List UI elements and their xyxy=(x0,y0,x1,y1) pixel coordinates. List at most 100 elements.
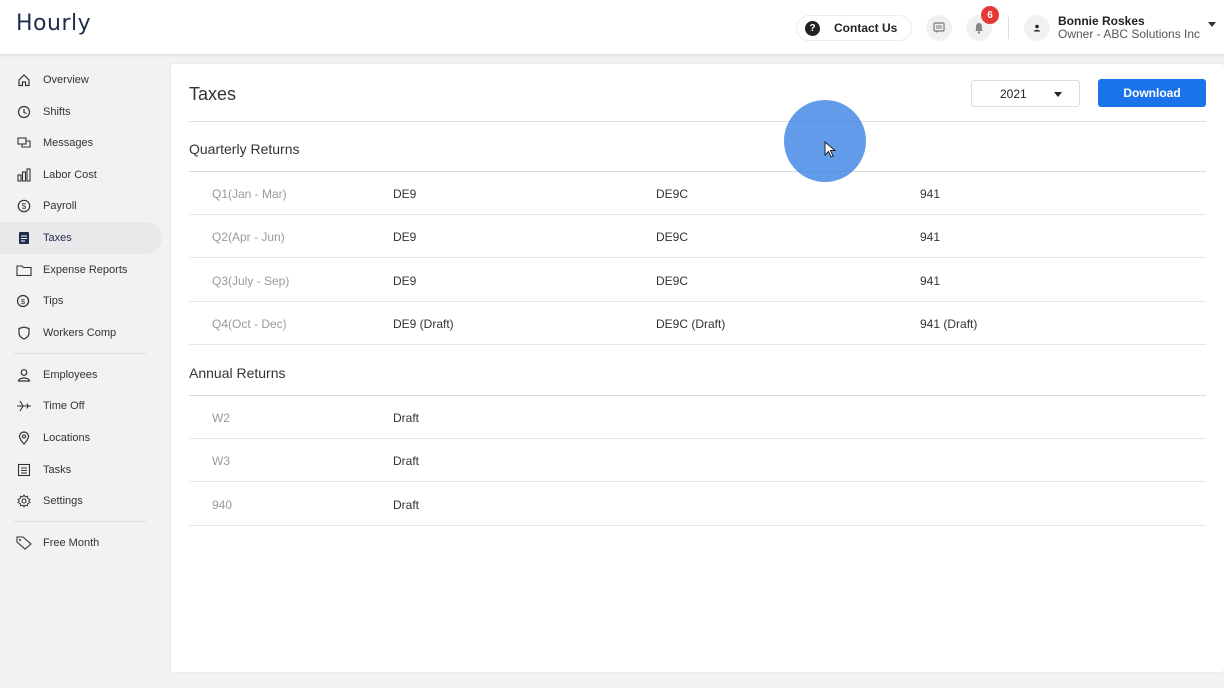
sidebar-item-label: Settings xyxy=(43,495,83,507)
notification-badge: 6 xyxy=(981,6,999,24)
sidebar-item-shifts[interactable]: Shifts xyxy=(0,96,162,128)
tips-icon: $ xyxy=(16,293,32,309)
table-row: Q3(July - Sep) DE9 DE9C 941 xyxy=(189,259,1206,302)
sidebar-item-label: Time Off xyxy=(43,400,85,412)
gear-icon xyxy=(16,493,32,509)
dollar-circle-icon: $ xyxy=(16,198,32,214)
sidebar-item-overview[interactable]: Overview xyxy=(0,64,162,96)
sidebar-item-label: Messages xyxy=(43,137,94,149)
chat-button[interactable] xyxy=(926,15,952,41)
download-button[interactable]: Download xyxy=(1098,79,1206,107)
table-row: Q2(Apr - Jun) DE9 DE9C 941 xyxy=(189,215,1206,258)
location-pin-icon xyxy=(16,430,32,446)
return-link[interactable]: DE9 xyxy=(393,230,416,244)
table-row: Q4(Oct - Dec) DE9 (Draft) DE9C (Draft) 9… xyxy=(189,302,1206,345)
bell-icon xyxy=(975,23,983,34)
sidebar-item-label: Workers Comp xyxy=(43,327,117,339)
table-row: 940 Draft xyxy=(189,483,1206,526)
period-label: Q3(July - Sep) xyxy=(212,274,290,288)
period-label: Q4(Oct - Dec) xyxy=(212,317,287,331)
annual-returns-heading: Annual Returns xyxy=(189,365,286,381)
sidebar-item-payroll[interactable]: $ Payroll xyxy=(0,190,162,222)
hourly-logo[interactable]: Hourly xyxy=(16,11,91,36)
sidebar-item-label: Locations xyxy=(43,432,91,444)
person-icon xyxy=(16,367,32,383)
return-link[interactable]: 941 xyxy=(920,187,940,201)
sidebar-item-label: Tips xyxy=(43,295,64,307)
return-link[interactable]: 941 (Draft) xyxy=(920,317,977,331)
sidebar-item-locations[interactable]: Locations xyxy=(0,422,162,454)
return-link[interactable]: 941 xyxy=(920,230,940,244)
chat-icon xyxy=(933,22,945,33)
bar-chart-icon xyxy=(16,167,32,183)
user-menu-caret-icon[interactable] xyxy=(1208,22,1216,27)
return-link[interactable]: DE9C xyxy=(656,187,688,201)
return-link[interactable]: DE9C xyxy=(656,230,688,244)
plane-icon xyxy=(16,398,32,414)
home-icon xyxy=(16,72,32,88)
document-icon xyxy=(16,230,32,246)
mouse-pointer-icon xyxy=(824,141,837,158)
sidebar-item-label: Labor Cost xyxy=(43,169,97,181)
sidebar-item-employees[interactable]: Employees xyxy=(0,359,162,391)
return-link[interactable]: DE9 xyxy=(393,274,416,288)
period-label: W3 xyxy=(212,454,230,468)
sidebar-item-label: Overview xyxy=(43,74,89,86)
user-role: Owner - ABC Solutions Inc xyxy=(1058,27,1201,41)
return-link[interactable]: DE9C (Draft) xyxy=(656,317,725,331)
person-icon xyxy=(1033,24,1041,32)
sidebar-item-labor-cost[interactable]: Labor Cost xyxy=(0,159,162,191)
user-name[interactable]: Bonnie Roskes xyxy=(1058,14,1145,28)
avatar[interactable] xyxy=(1024,15,1050,41)
sidebar-divider xyxy=(14,521,146,522)
shield-icon xyxy=(16,325,32,341)
return-link[interactable]: Draft xyxy=(393,454,419,468)
page-title: Taxes xyxy=(189,84,237,104)
sidebar-item-workers-comp[interactable]: Workers Comp xyxy=(0,317,162,349)
sidebar-item-label: Taxes xyxy=(43,232,72,244)
sidebar: Overview Shifts Messages Labor Cost $ Pa… xyxy=(0,56,170,688)
sidebar-item-taxes[interactable]: Taxes xyxy=(0,222,162,254)
year-value: 2021 xyxy=(1000,86,1027,101)
sidebar-item-tips[interactable]: $ Tips xyxy=(0,285,162,317)
period-label: Q1(Jan - Mar) xyxy=(212,187,287,201)
contact-us-button[interactable]: ? Contact Us xyxy=(796,15,912,41)
list-icon xyxy=(16,462,32,478)
top-header: Hourly ? Contact Us 6 Bonnie Roskes Owne… xyxy=(0,0,1224,55)
messages-icon xyxy=(16,135,32,151)
sidebar-item-settings[interactable]: Settings xyxy=(0,485,162,517)
sidebar-item-label: Employees xyxy=(43,369,98,381)
sidebar-item-messages[interactable]: Messages xyxy=(0,127,162,159)
sidebar-item-label: Free Month xyxy=(43,537,100,549)
contact-us-label: Contact Us xyxy=(834,21,898,35)
period-label: 940 xyxy=(212,498,233,512)
return-link[interactable]: DE9 (Draft) xyxy=(393,317,454,331)
period-label: W2 xyxy=(212,411,230,425)
return-link[interactable]: Draft xyxy=(393,498,419,512)
year-select[interactable]: 2021 xyxy=(971,80,1080,107)
sidebar-item-free-month[interactable]: Free Month xyxy=(0,527,162,559)
return-link[interactable]: 941 xyxy=(920,274,940,288)
table-row: W2 Draft xyxy=(189,396,1206,439)
svg-text:$: $ xyxy=(22,202,27,211)
taxes-panel: Taxes 2021 Download Quarterly Returns Q1… xyxy=(171,64,1224,672)
clock-icon xyxy=(16,104,32,120)
quarterly-returns-heading: Quarterly Returns xyxy=(189,141,300,157)
sidebar-item-label: Shifts xyxy=(43,106,71,118)
sidebar-item-tasks[interactable]: Tasks xyxy=(0,454,162,486)
tag-icon xyxy=(16,535,32,551)
return-link[interactable]: DE9 xyxy=(393,187,416,201)
title-divider xyxy=(189,121,1206,122)
period-label: Q2(Apr - Jun) xyxy=(212,230,285,244)
sidebar-item-label: Tasks xyxy=(43,464,72,476)
table-row: Q1(Jan - Mar) DE9 DE9C 941 xyxy=(189,172,1206,215)
return-link[interactable]: DE9C xyxy=(656,274,688,288)
svg-text:$: $ xyxy=(21,297,26,306)
caret-down-icon xyxy=(1054,92,1062,97)
sidebar-item-expense-reports[interactable]: Expense Reports xyxy=(0,254,162,286)
sidebar-item-time-off[interactable]: Time Off xyxy=(0,390,162,422)
return-link[interactable]: Draft xyxy=(393,411,419,425)
folder-icon xyxy=(16,262,32,278)
help-icon: ? xyxy=(805,20,820,36)
sidebar-item-label: Expense Reports xyxy=(43,264,128,276)
